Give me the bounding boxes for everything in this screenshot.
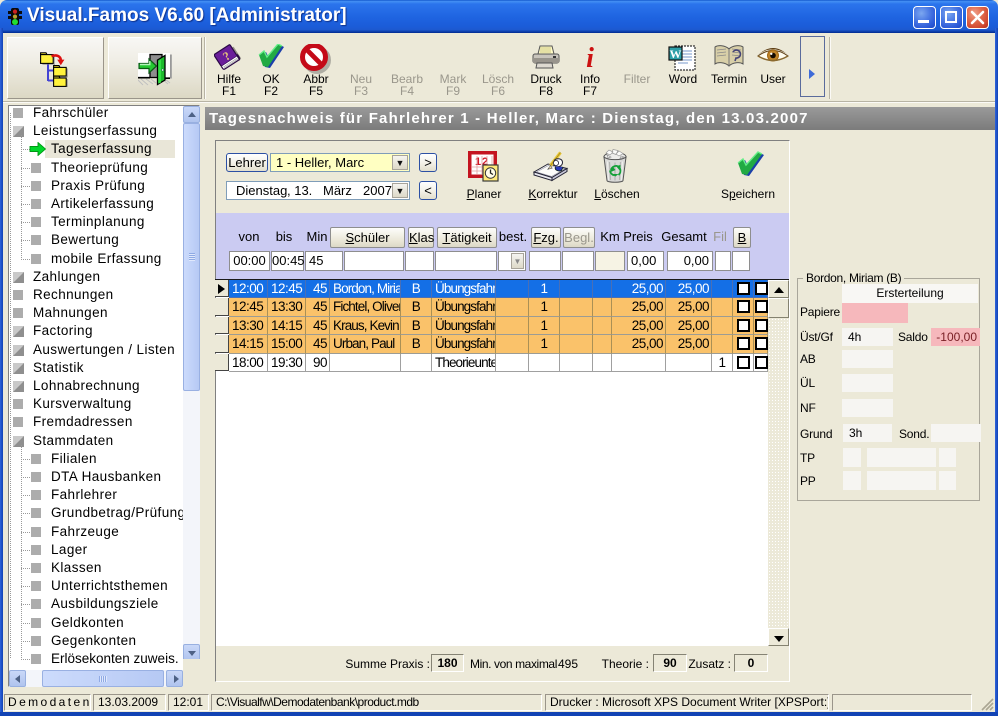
svg-text:1: 1 xyxy=(475,156,481,168)
svg-text:i: i xyxy=(586,44,594,71)
svg-text:W: W xyxy=(670,47,682,61)
